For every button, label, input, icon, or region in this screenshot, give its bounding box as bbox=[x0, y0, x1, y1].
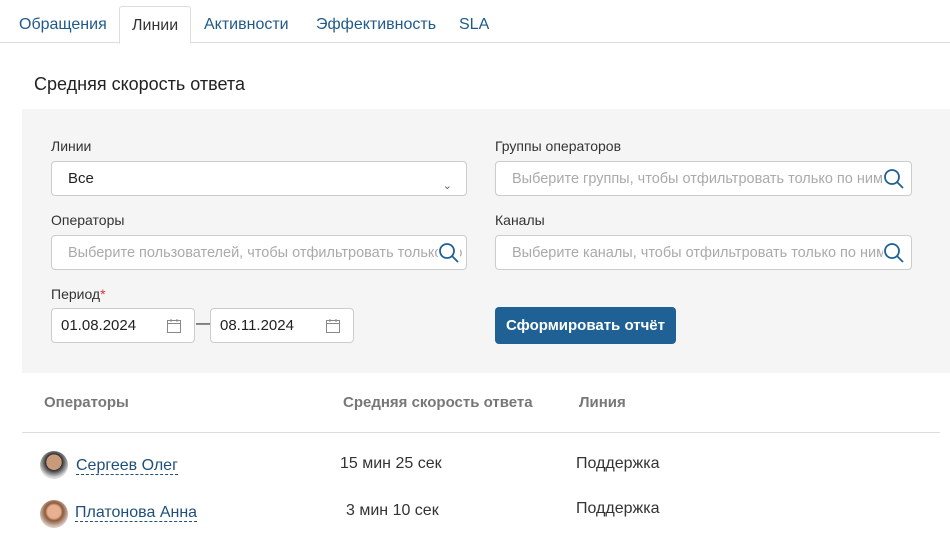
date-to-input[interactable]: 08.11.2024 bbox=[210, 308, 354, 343]
line-value: Поддержка bbox=[576, 500, 660, 517]
speed-value: 15 мин 25 сек bbox=[340, 455, 442, 472]
tab-efficiency[interactable]: Эффективность bbox=[304, 6, 448, 43]
search-icon[interactable] bbox=[438, 242, 460, 264]
channels-placeholder: Выберите каналы, чтобы отфильтровать тол… bbox=[512, 245, 887, 261]
operator-link[interactable]: Сергеев Олег bbox=[76, 457, 178, 475]
search-icon[interactable] bbox=[883, 168, 905, 190]
header-divider bbox=[22, 432, 940, 433]
header-operators[interactable]: Операторы bbox=[44, 394, 129, 411]
operators-input[interactable]: Выберите пользователей, чтобы отфильтров… bbox=[51, 235, 467, 270]
report-tabs: Обращения Линии Активности Эффективность… bbox=[0, 0, 950, 44]
groups-placeholder: Выберите группы, чтобы отфильтровать тол… bbox=[512, 171, 883, 187]
speed-value: 3 мин 10 сек bbox=[346, 502, 439, 519]
period-label: Период* bbox=[51, 286, 106, 302]
tab-requests[interactable]: Обращения bbox=[7, 6, 119, 43]
operators-label: Операторы bbox=[51, 212, 125, 228]
channels-input[interactable]: Выберите каналы, чтобы отфильтровать тол… bbox=[495, 235, 912, 270]
required-mark: * bbox=[100, 286, 106, 302]
lines-label: Линии bbox=[51, 138, 92, 154]
tab-sla[interactable]: SLA bbox=[447, 6, 501, 43]
tab-lines[interactable]: Линии bbox=[119, 6, 192, 44]
date-to-value: 08.11.2024 bbox=[220, 317, 294, 334]
date-from-input[interactable]: 01.08.2024 bbox=[51, 308, 195, 343]
header-line[interactable]: Линия bbox=[579, 394, 626, 411]
calendar-icon[interactable] bbox=[166, 318, 182, 334]
report-title: Средняя скорость ответа bbox=[34, 74, 245, 94]
lines-value: Все bbox=[68, 170, 94, 187]
generate-report-button[interactable]: Сформировать отчёт bbox=[495, 307, 676, 344]
period-label-text: Период bbox=[51, 286, 101, 302]
lines-select[interactable]: Все ⌄ bbox=[51, 161, 467, 196]
groups-input[interactable]: Выберите группы, чтобы отфильтровать тол… bbox=[495, 161, 912, 196]
tab-activities[interactable]: Активности bbox=[192, 6, 301, 43]
calendar-icon[interactable] bbox=[325, 318, 341, 334]
avatar bbox=[40, 451, 68, 479]
chevron-down-icon: ⌄ bbox=[442, 180, 452, 192]
groups-label: Группы операторов bbox=[495, 138, 622, 154]
operators-placeholder: Выберите пользователей, чтобы отфильтров… bbox=[68, 245, 467, 261]
search-icon[interactable] bbox=[883, 242, 905, 264]
header-speed[interactable]: Средняя скорость ответа bbox=[343, 394, 533, 411]
operator-link[interactable]: Платонова Анна bbox=[75, 504, 198, 522]
channels-label: Каналы bbox=[495, 212, 545, 228]
date-from-value: 01.08.2024 bbox=[61, 317, 137, 334]
line-value: Поддержка bbox=[576, 455, 660, 472]
filter-panel: Линии Все ⌄ Группы операторов Выберите гр… bbox=[22, 109, 950, 373]
avatar bbox=[40, 500, 68, 528]
